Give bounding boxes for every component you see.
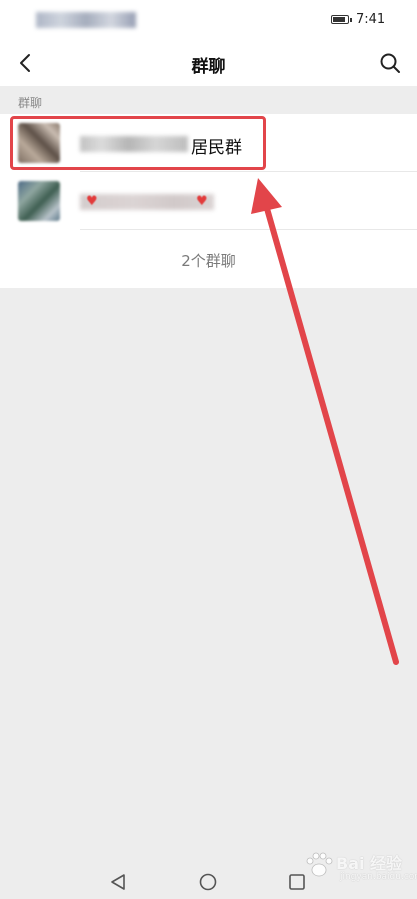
- status-time: 7:41: [356, 12, 386, 27]
- group-item-2[interactable]: ♥ ♥: [0, 172, 417, 230]
- search-button[interactable]: [375, 48, 405, 78]
- section-label: 群聊: [18, 96, 43, 110]
- group-item-1[interactable]: 居民群: [0, 114, 417, 172]
- triangle-back-icon[interactable]: [108, 872, 128, 892]
- circle-home-icon[interactable]: [198, 872, 218, 892]
- bottom-nav: [0, 858, 417, 899]
- nav-bar: 群聊: [0, 40, 417, 86]
- group-avatar: [18, 123, 60, 163]
- heart-icon: ♥: [196, 194, 208, 209]
- group-list: 居民群 ♥ ♥ 2个群聊: [0, 114, 417, 288]
- group-name-suffix: 居民群: [191, 138, 242, 158]
- search-icon: [380, 53, 400, 73]
- status-notifications-blurred: [36, 12, 136, 28]
- page-title: 群聊: [191, 57, 226, 77]
- group-name-blurred: [80, 194, 214, 210]
- group-name-blurred: [80, 136, 188, 152]
- battery-icon: [331, 15, 352, 24]
- group-avatar: [18, 181, 60, 221]
- square-recent-icon[interactable]: [287, 872, 307, 892]
- status-bar: 7:41: [0, 0, 417, 40]
- group-count-footer: 2个群聊: [181, 252, 236, 270]
- heart-icon: ♥: [86, 194, 98, 209]
